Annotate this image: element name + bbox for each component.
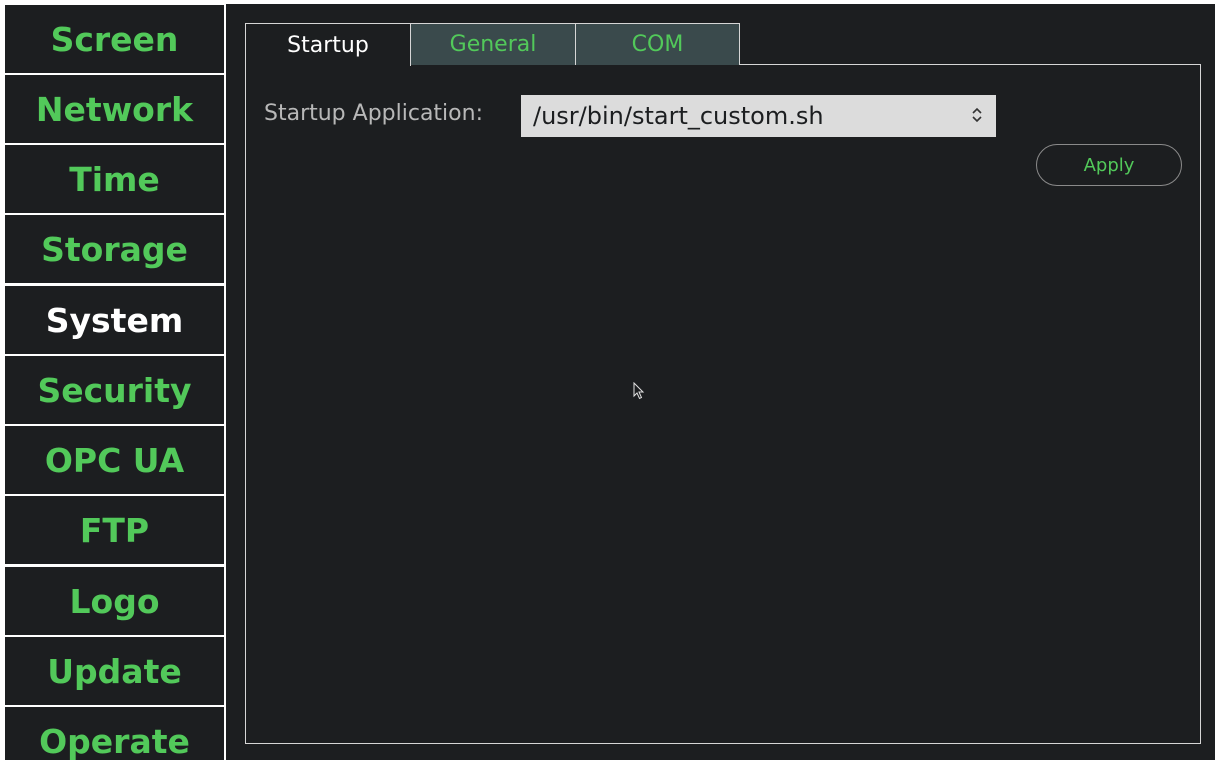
startup-application-value: /usr/bin/start_custom.sh	[533, 102, 824, 130]
sidebar-item-opc-ua[interactable]: OPC UA	[5, 426, 224, 494]
sidebar-item-update[interactable]: Update	[5, 637, 224, 705]
mouse-pointer-icon	[633, 382, 645, 400]
sidebar-item-screen[interactable]: Screen	[5, 5, 224, 73]
tab-startup[interactable]: Startup	[245, 23, 411, 66]
sidebar: Screen Network Time Storage System Secur…	[0, 4, 226, 760]
sidebar-item-storage[interactable]: Storage	[5, 215, 224, 283]
chevron-up-down-icon	[972, 107, 982, 123]
sidebar-item-time[interactable]: Time	[5, 145, 224, 213]
sidebar-item-network[interactable]: Network	[5, 75, 224, 143]
sidebar-item-security[interactable]: Security	[5, 356, 224, 424]
sidebar-item-operate[interactable]: Operate	[5, 707, 224, 760]
startup-application-label: Startup Application:	[264, 101, 483, 126]
sidebar-item-logo[interactable]: Logo	[5, 567, 224, 635]
sidebar-item-system[interactable]: System	[5, 286, 224, 354]
sidebar-item-ftp[interactable]: FTP	[5, 496, 224, 564]
settings-screen: Screen Network Time Storage System Secur…	[0, 0, 1215, 760]
startup-application-select[interactable]: /usr/bin/start_custom.sh	[521, 95, 996, 137]
apply-button[interactable]: Apply	[1036, 144, 1182, 186]
tab-com[interactable]: COM	[575, 23, 740, 65]
tab-general[interactable]: General	[410, 23, 576, 65]
